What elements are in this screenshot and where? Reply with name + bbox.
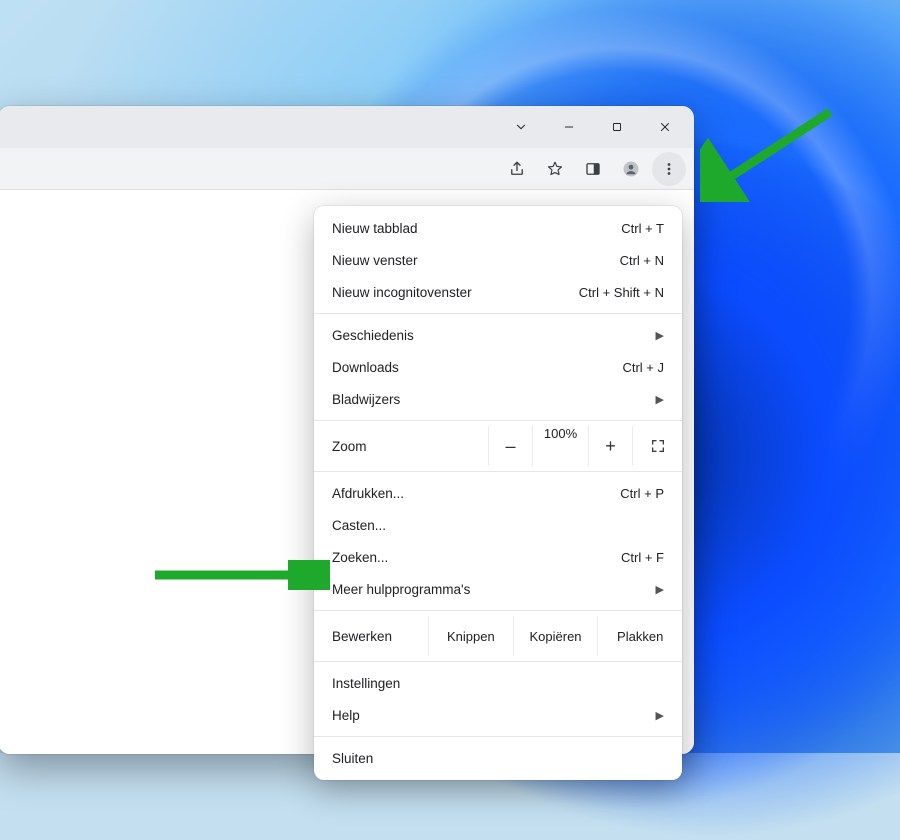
menu-item-history[interactable]: Geschiedenis ▶ [314,319,682,351]
submenu-arrow-icon: ▶ [656,583,664,596]
zoom-label: Zoom [314,439,488,454]
more-menu-button[interactable] [652,152,686,186]
edit-label: Bewerken [314,616,428,656]
zoom-value: 100% [532,426,588,466]
menu-label: Afdrukken... [332,486,404,501]
menu-label: Instellingen [332,676,400,691]
edit-copy-button[interactable]: Kopiëren [513,616,598,656]
menu-label: Zoeken... [332,550,388,565]
menu-item-more-tools[interactable]: Meer hulpprogramma's ▶ [314,573,682,605]
menu-shortcut: Ctrl + J [622,360,664,375]
menu-label: Meer hulpprogramma's [332,582,470,597]
menu-separator [314,610,682,611]
menu-label: Casten... [332,518,386,533]
submenu-arrow-icon: ▶ [656,393,664,406]
menu-item-cast[interactable]: Casten... [314,509,682,541]
zoom-out-button[interactable]: – [488,426,532,466]
menu-separator [314,420,682,421]
share-button[interactable] [500,152,534,186]
menu-separator [314,661,682,662]
menu-label: Nieuw venster [332,253,418,268]
bookmark-star-button[interactable] [538,152,572,186]
menu-label: Nieuw tabblad [332,221,418,236]
menu-label: Help [332,708,360,723]
menu-item-exit[interactable]: Sluiten [314,742,682,774]
minimize-icon [562,120,576,134]
menu-shortcut: Ctrl + T [621,221,664,236]
window-close-button[interactable] [642,111,688,143]
zoom-in-button[interactable]: + [588,426,632,466]
menu-shortcut: Ctrl + N [620,253,664,268]
profile-button[interactable] [614,152,648,186]
menu-item-find[interactable]: Zoeken... Ctrl + F [314,541,682,573]
menu-separator [314,313,682,314]
more-vertical-icon [660,160,678,178]
window-minimize-button[interactable] [546,111,592,143]
menu-label: Nieuw incognitovenster [332,285,472,300]
side-panel-icon [584,160,602,178]
menu-item-edit: Bewerken Knippen Kopiëren Plakken [314,616,682,656]
window-maximize-button[interactable] [594,111,640,143]
edit-cut-button[interactable]: Knippen [428,616,513,656]
window-titlebar [0,106,694,148]
menu-item-print[interactable]: Afdrukken... Ctrl + P [314,477,682,509]
menu-separator [314,471,682,472]
fullscreen-icon [650,438,666,454]
profile-icon [622,160,640,178]
menu-item-settings[interactable]: Instellingen [314,667,682,699]
menu-item-zoom: Zoom – 100% + [314,426,682,466]
close-icon [658,120,672,134]
menu-shortcut: Ctrl + F [621,550,664,565]
browser-toolbar [0,148,694,190]
menu-item-new-window[interactable]: Nieuw venster Ctrl + N [314,244,682,276]
tab-search-button[interactable] [498,111,544,143]
side-panel-button[interactable] [576,152,610,186]
submenu-arrow-icon: ▶ [656,709,664,722]
menu-separator [314,736,682,737]
menu-item-help[interactable]: Help ▶ [314,699,682,731]
share-icon [508,160,526,178]
menu-label: Geschiedenis [332,328,414,343]
menu-shortcut: Ctrl + Shift + N [579,285,664,300]
menu-item-new-incognito[interactable]: Nieuw incognitovenster Ctrl + Shift + N [314,276,682,308]
menu-label: Bladwijzers [332,392,400,407]
edit-paste-button[interactable]: Plakken [597,616,682,656]
menu-label: Downloads [332,360,399,375]
chevron-down-icon [514,120,528,134]
fullscreen-button[interactable] [632,426,682,466]
menu-item-downloads[interactable]: Downloads Ctrl + J [314,351,682,383]
menu-shortcut: Ctrl + P [620,486,664,501]
star-icon [546,160,564,178]
maximize-icon [610,120,624,134]
menu-item-bookmarks[interactable]: Bladwijzers ▶ [314,383,682,415]
submenu-arrow-icon: ▶ [656,329,664,342]
chrome-main-menu: Nieuw tabblad Ctrl + T Nieuw venster Ctr… [314,206,682,780]
menu-item-new-tab[interactable]: Nieuw tabblad Ctrl + T [314,212,682,244]
